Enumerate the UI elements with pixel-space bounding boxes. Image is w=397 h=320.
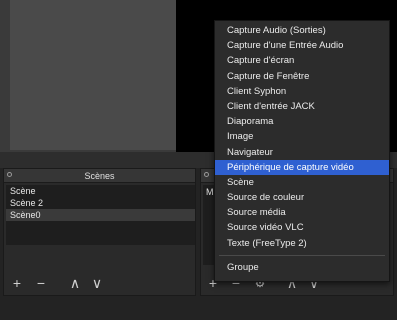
scenes-toolbar: + − ∧ ∨ <box>4 271 195 295</box>
menu-item-syphon-client[interactable]: Client Syphon <box>215 84 389 99</box>
scene-item-0[interactable]: Scène <box>6 185 195 197</box>
menu-item-browser[interactable]: Navigateur <box>215 145 389 160</box>
add-source-menu: Capture Audio (Sorties) Capture d'une En… <box>214 20 390 282</box>
menu-item-window-capture[interactable]: Capture de Fenêtre <box>215 69 389 84</box>
menu-item-media-source[interactable]: Source média <box>215 205 389 220</box>
dock-float-icon[interactable] <box>204 172 209 177</box>
menu-item-video-capture-device[interactable]: Périphérique de capture vidéo <box>215 159 389 175</box>
menu-separator <box>219 254 385 256</box>
menu-item-color-source[interactable]: Source de couleur <box>215 190 389 205</box>
menu-item-group[interactable]: Groupe <box>215 260 389 275</box>
menu-item-slideshow[interactable]: Diaporama <box>215 114 389 129</box>
scenes-panel-title: Scènes <box>84 171 115 181</box>
menu-item-scene[interactable]: Scène <box>215 175 389 190</box>
menu-item-audio-output-capture[interactable]: Capture Audio (Sorties) <box>215 23 389 38</box>
menu-item-image[interactable]: Image <box>215 129 389 144</box>
menu-item-vlc-video-source[interactable]: Source vidéo VLC <box>215 220 389 235</box>
dock-float-icon[interactable] <box>7 172 12 177</box>
menu-item-display-capture[interactable]: Capture d'écran <box>215 53 389 68</box>
scenes-panel: Scènes Scène Scène 2 Scène0 + − ∧ ∨ <box>3 168 196 296</box>
scene-up-button[interactable]: ∧ <box>68 271 82 295</box>
scenes-list[interactable]: Scène Scène 2 Scène0 <box>6 185 195 245</box>
scene-item-1[interactable]: Scène 2 <box>6 197 195 209</box>
remove-scene-button[interactable]: − <box>34 271 48 295</box>
scene-item-2[interactable]: Scène0 <box>6 209 195 221</box>
source-item-partial[interactable]: M <box>206 187 214 197</box>
scene-down-button[interactable]: ∨ <box>90 271 104 295</box>
scenes-panel-header: Scènes <box>4 169 195 183</box>
menu-item-audio-input-capture[interactable]: Capture d'une Entrée Audio <box>215 38 389 53</box>
menu-item-text-freetype2[interactable]: Texte (FreeType 2) <box>215 236 389 251</box>
menu-item-jack-input-client[interactable]: Client d'entrée JACK <box>215 99 389 114</box>
preview-canvas <box>10 0 176 150</box>
add-scene-button[interactable]: + <box>10 271 24 295</box>
